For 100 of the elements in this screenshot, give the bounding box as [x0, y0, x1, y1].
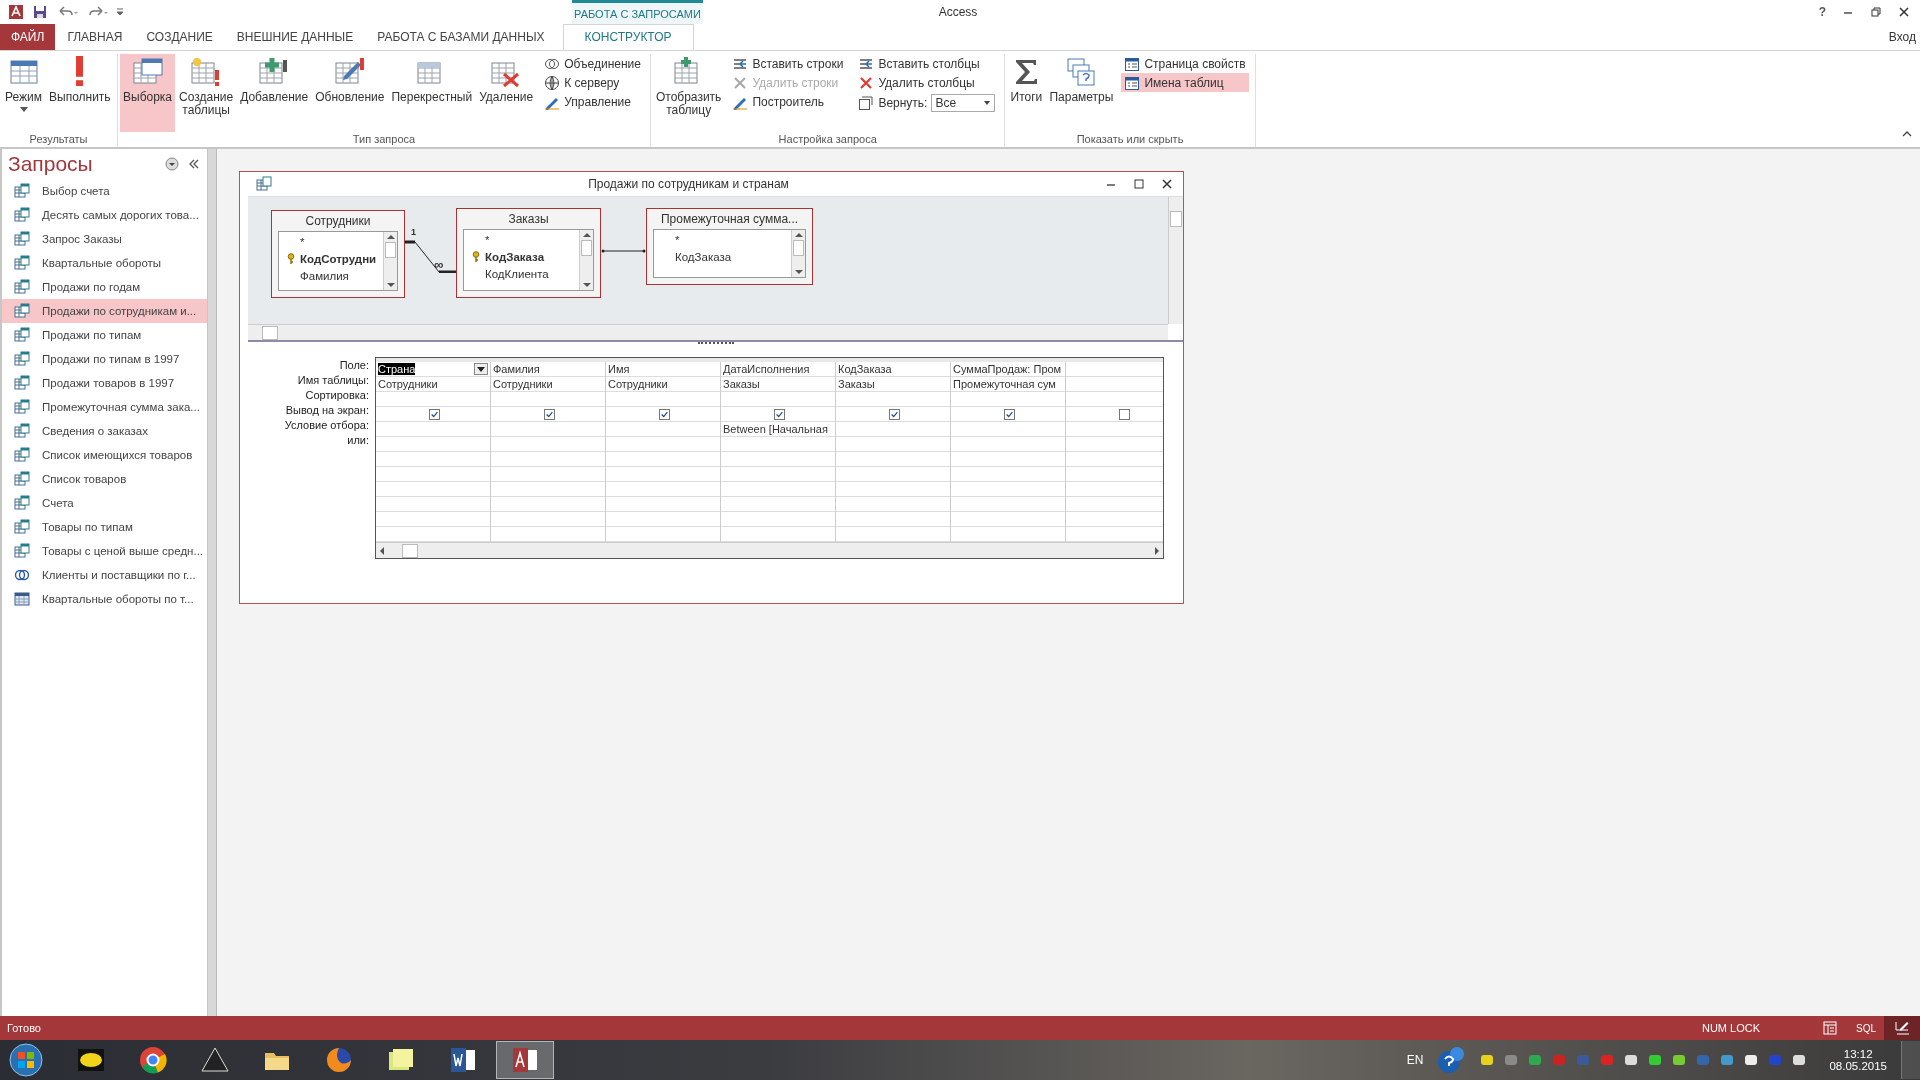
- ribbon-button[interactable]: Удалить столбцы: [855, 73, 999, 92]
- table-field-list[interactable]: Промежуточная сумма... * КодЗаказа: [646, 208, 813, 285]
- customize-caret-icon[interactable]: [116, 7, 124, 17]
- field-cell[interactable]: СуммаПродаж: Пром: [953, 362, 1065, 376]
- navigation-item[interactable]: Продажи по сотрудникам и...: [2, 299, 207, 323]
- navigation-item[interactable]: Сведения о заказах: [2, 419, 207, 443]
- checkbox[interactable]: [888, 408, 900, 420]
- ribbon-button[interactable]: Отобразить таблицу: [652, 54, 725, 132]
- navigation-item[interactable]: Клиенты и поставщики по г...: [2, 563, 207, 587]
- navigation-item[interactable]: Товары с ценой выше средн...: [2, 539, 207, 563]
- field-name: *: [675, 233, 680, 246]
- scrollbar[interactable]: [1168, 197, 1183, 324]
- ribbon-tab[interactable]: ВНЕШНИЕ ДАННЫЕ: [224, 24, 366, 50]
- tray-icon[interactable]: [1791, 1052, 1808, 1068]
- ribbon-button[interactable]: Имена таблиц: [1121, 73, 1249, 92]
- ribbon-button[interactable]: Обновление: [312, 54, 388, 132]
- navigation-item[interactable]: Товары по типам: [2, 515, 207, 539]
- navigation-item[interactable]: Выбор счета: [2, 179, 207, 203]
- close-icon[interactable]: [1161, 178, 1173, 190]
- ribbon-button[interactable]: Итоги: [1007, 54, 1046, 132]
- ribbon-button[interactable]: Режим: [2, 54, 45, 132]
- ribbon-button[interactable]: Управление: [541, 92, 644, 111]
- num-lock-indicator: NUM LOCK: [1701, 1022, 1760, 1034]
- ribbon-tab[interactable]: КОНСТРУКТОР: [562, 24, 694, 50]
- tray-icon[interactable]: [1743, 1052, 1760, 1068]
- navigation-item[interactable]: Промежуточная сумма зака...: [2, 395, 207, 419]
- help-icon[interactable]: [1437, 1046, 1466, 1074]
- field-cell[interactable]: Имя: [608, 362, 720, 376]
- navigation-item[interactable]: Список имеющихся товаров: [2, 443, 207, 467]
- tray-icon[interactable]: [1479, 1052, 1496, 1068]
- ribbon-button[interactable]: Объединение: [541, 54, 644, 73]
- checkbox[interactable]: [428, 408, 440, 420]
- maximize-icon[interactable]: [1133, 178, 1145, 190]
- checkbox[interactable]: [543, 408, 555, 420]
- ribbon-button[interactable]: Выборка: [120, 54, 176, 132]
- ribbon-button[interactable]: К серверу: [541, 73, 644, 92]
- save-icon[interactable]: [32, 4, 48, 20]
- checkbox[interactable]: [1003, 408, 1015, 420]
- ribbon-tab[interactable]: РАБОТА С БАЗАМИ ДАННЫХ: [365, 24, 557, 50]
- dropdown-button[interactable]: [474, 363, 488, 375]
- ribbon-button[interactable]: Построитель: [729, 92, 847, 111]
- checkbox[interactable]: [658, 408, 670, 420]
- ribbon-button[interactable]: Перекрестный: [388, 54, 476, 132]
- ribbon-button[interactable]: Вставить столбцы: [855, 54, 999, 73]
- globe-icon: [544, 74, 561, 91]
- navigation-item[interactable]: Квартальные обороты: [2, 251, 207, 275]
- scrollbar[interactable]: [579, 230, 593, 290]
- ribbon-button[interactable]: Выполнить: [46, 54, 114, 132]
- restore-icon[interactable]: [1870, 6, 1882, 18]
- navigation-item[interactable]: Продажи по типам в 1997: [2, 347, 207, 371]
- field-cell[interactable]: Страна: [378, 362, 474, 376]
- ribbon-button[interactable]: Добавление: [237, 54, 312, 132]
- start-button[interactable]: [8, 1042, 44, 1078]
- taskbar-app[interactable]: [496, 1041, 554, 1079]
- ribbon-button[interactable]: Удаление: [476, 54, 537, 132]
- view-button[interactable]: SQL: [1848, 1016, 1884, 1040]
- table-field-list[interactable]: Заказы * КодЗаказа КодКлиента: [456, 208, 601, 298]
- ribbon-tab[interactable]: ГЛАВНАЯ: [55, 24, 135, 50]
- return-dropdown[interactable]: Все: [931, 94, 996, 112]
- ribbon-tab[interactable]: СОЗДАНИЕ: [134, 24, 225, 50]
- checkbox[interactable]: [1118, 408, 1130, 420]
- file-tab[interactable]: ФАЙЛ: [0, 24, 56, 50]
- field-cell[interactable]: ДатаИсполнения: [723, 362, 835, 376]
- view-button[interactable]: [1884, 1016, 1920, 1040]
- field-cell[interactable]: Фамилия: [493, 362, 605, 376]
- dropdown-circle-icon[interactable]: [165, 157, 179, 171]
- collapse-ribbon-icon[interactable]: [1902, 131, 1912, 137]
- scrollbar[interactable]: [248, 324, 1168, 340]
- field-cell[interactable]: КодЗаказа: [838, 362, 950, 376]
- scrollbar[interactable]: [376, 542, 1163, 558]
- ribbon-button[interactable]: Создание таблицы: [176, 54, 237, 132]
- ribbon-button[interactable]: Параметры: [1046, 54, 1117, 132]
- navigation-item[interactable]: Счета: [2, 491, 207, 515]
- scrollbar[interactable]: [383, 232, 397, 290]
- ribbon-button[interactable]: Страница свойств: [1121, 54, 1249, 73]
- checkbox[interactable]: [773, 408, 785, 420]
- tray-icon[interactable]: [1671, 1052, 1688, 1068]
- help-button[interactable]: ?: [1818, 5, 1826, 19]
- return-label: Вернуть:: [878, 96, 928, 110]
- tray-icon[interactable]: [1623, 1052, 1640, 1068]
- navigation-item[interactable]: Продажи по годам: [2, 275, 207, 299]
- scrollbar[interactable]: [791, 230, 805, 277]
- close-icon[interactable]: [1898, 6, 1910, 18]
- tray-icon[interactable]: [1647, 1052, 1664, 1068]
- navigation-item[interactable]: Запрос Заказы: [2, 227, 207, 251]
- clock-time: 13:12: [1843, 1048, 1873, 1060]
- query-icon: [14, 279, 30, 295]
- navigation-item[interactable]: Десять самых дорогих това...: [2, 203, 207, 227]
- navigation-item[interactable]: Продажи товаров в 1997: [2, 371, 207, 395]
- sign-in-link[interactable]: Вход: [1884, 30, 1920, 50]
- ribbon-button[interactable]: Вставить строки: [729, 54, 847, 73]
- sheet-icon: [1124, 74, 1141, 91]
- language-indicator[interactable]: EN: [1406, 1053, 1424, 1067]
- table-cell: Сотрудники: [493, 378, 553, 390]
- field-name: КодСотрудни: [300, 252, 377, 265]
- table-field-list[interactable]: Сотрудники * КодСотрудни Фамилия: [271, 210, 405, 298]
- collapse-pane-icon[interactable]: [187, 157, 201, 171]
- navigation-item[interactable]: Квартальные обороты по т...: [2, 587, 207, 611]
- navigation-item[interactable]: Продажи по типам: [2, 323, 207, 347]
- navigation-item[interactable]: Список товаров: [2, 467, 207, 491]
